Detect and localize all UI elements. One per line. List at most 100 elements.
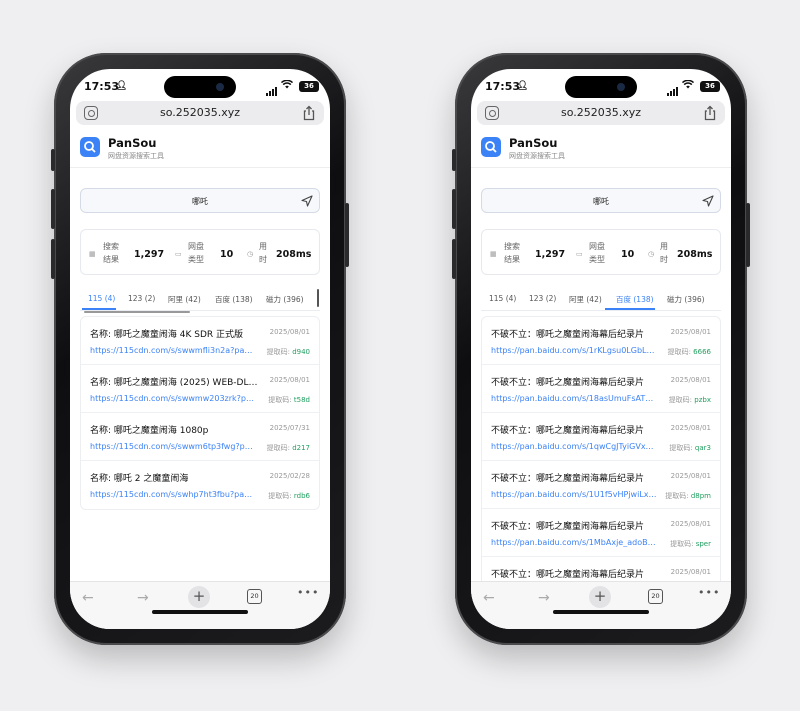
result-link[interactable]: https://pan.baidu.com/s/1rKLgsu0LGbLxxx <box>491 346 657 355</box>
back-icon[interactable]: ← <box>82 590 94 606</box>
result-link[interactable]: https://pan.baidu.com/s/18asUmuFsATxxxx <box>491 394 657 403</box>
more-icon[interactable]: ••• <box>698 586 720 599</box>
extract-code-value[interactable]: qar3 <box>695 444 711 452</box>
search-input[interactable]: 哪吒 <box>481 188 721 213</box>
forward-icon[interactable]: → <box>538 590 550 606</box>
page-content: PanSou 网盘资源搜索工具 哪吒 ▦ 搜索结果 1,297 ▭ 网盘类型 1… <box>70 127 330 587</box>
extract-code[interactable]: 提取码: qar3 <box>669 443 711 453</box>
tab-123[interactable]: 123 (2) <box>128 294 155 303</box>
send-icon[interactable] <box>702 195 714 207</box>
result-item[interactable]: 不破不立：哪吒之魔童闹海幕后纪录片 2025/08/01 https://pan.b… <box>482 317 720 365</box>
tab-aliyun[interactable]: 阿里 (42) <box>569 294 602 305</box>
result-title[interactable]: 不破不立：哪吒之魔童闹海幕后纪录片 <box>491 567 659 580</box>
stat-value: 1,297 <box>535 249 566 260</box>
search-icon <box>80 137 100 157</box>
result-item[interactable]: 不破不立：哪吒之魔童闹海幕后纪录片 2025/08/01 https://pan.b… <box>482 365 720 413</box>
grid-icon: ▦ <box>89 250 96 258</box>
new-tab-button[interactable]: + <box>188 586 210 608</box>
extract-code-label: 提取码: <box>669 444 695 452</box>
result-date: 2025/08/01 <box>670 376 711 384</box>
result-item[interactable]: 名称: 哪吒之魔童闹海 (2025) WEB-DL 4K 2025/08/01 ht… <box>81 365 319 413</box>
tab-baidu[interactable]: 百度 (138) <box>616 294 654 305</box>
person-icon: 👤︎ <box>116 81 128 91</box>
stat-label: 用时 <box>660 242 668 264</box>
extract-code-value[interactable]: d217 <box>292 444 310 452</box>
new-tab-button[interactable]: + <box>589 586 611 608</box>
share-icon[interactable] <box>302 105 316 121</box>
more-icon[interactable]: ••• <box>297 586 319 599</box>
result-title[interactable]: 不破不立：哪吒之魔童闹海幕后纪录片 <box>491 375 659 388</box>
extract-code-value[interactable]: rdb6 <box>294 492 310 500</box>
extract-code[interactable]: 提取码: d8pm <box>665 491 711 501</box>
extract-code-value[interactable]: 6666 <box>693 348 711 356</box>
result-link[interactable]: https://pan.baidu.com/s/1MbAxje_adoBxxx <box>491 538 657 547</box>
search-input[interactable]: 哪吒 <box>80 188 320 213</box>
address-bar[interactable]: so.252035.xyz <box>477 101 725 125</box>
share-icon[interactable] <box>703 105 717 121</box>
extract-code-value[interactable]: d940 <box>292 348 310 356</box>
result-item[interactable]: 不破不立：哪吒之魔童闹海幕后纪录片 2025/08/01 https://pan.b… <box>482 461 720 509</box>
stat-value: 1,297 <box>134 249 165 260</box>
result-item[interactable]: 不破不立：哪吒之魔童闹海幕后纪录片 2025/08/01 https://pan.b… <box>482 413 720 461</box>
phone-right: 17:53 👤︎ 36 so.252035.xyz PanSou 网盘资源搜索工… <box>452 53 750 645</box>
tab-123[interactable]: 123 (2) <box>529 294 556 303</box>
browser-toolbar: ← → + 20 ••• <box>70 581 330 629</box>
wifi-icon <box>681 79 695 92</box>
extract-code-value[interactable]: d8pm <box>691 492 711 500</box>
result-link[interactable]: https://115cdn.com/s/swwmw203zrk?passwor… <box>90 394 256 403</box>
result-title[interactable]: 名称: 哪吒 2 之魔童闹海 <box>90 471 258 484</box>
result-title[interactable]: 名称: 哪吒之魔童闹海 (2025) WEB-DL 4K <box>90 375 258 388</box>
extract-code[interactable]: 提取码: t58d <box>268 395 310 405</box>
result-title[interactable]: 名称: 哪吒之魔童闹海 4K SDR 正式版 <box>90 327 258 340</box>
stat-value: 10 <box>220 249 234 260</box>
url-text[interactable]: so.252035.xyz <box>76 106 324 119</box>
tab-115[interactable]: 115 (4) <box>489 294 516 303</box>
extract-code[interactable]: 提取码: rdb6 <box>268 491 310 501</box>
back-icon[interactable]: ← <box>483 590 495 606</box>
search-query[interactable]: 哪吒 <box>482 196 720 207</box>
extract-code[interactable]: 提取码: d940 <box>267 347 310 357</box>
search-query[interactable]: 哪吒 <box>81 196 319 207</box>
search-icon <box>481 137 501 157</box>
result-title[interactable]: 不破不立：哪吒之魔童闹海幕后纪录片 <box>491 327 659 340</box>
url-text[interactable]: so.252035.xyz <box>477 106 725 119</box>
phone-screen: 17:53 👤︎ 36 so.252035.xyz PanSou 网盘资源搜索工… <box>471 69 731 629</box>
extract-code-label: 提取码: <box>266 444 293 452</box>
brand-name: PanSou <box>509 136 558 150</box>
result-title[interactable]: 不破不立：哪吒之魔童闹海幕后纪录片 <box>491 519 659 532</box>
extract-code-label: 提取码: <box>268 396 294 404</box>
tabs-button[interactable]: 20 <box>247 589 262 604</box>
result-title[interactable]: 名称: 哪吒之魔童闹海 1080p <box>90 423 258 436</box>
tab-magnet[interactable]: 磁力 (396) <box>266 294 304 305</box>
result-title[interactable]: 不破不立：哪吒之魔童闹海幕后纪录片 <box>491 423 659 436</box>
result-link[interactable]: https://pan.baidu.com/s/1qwCgJTyiGVxxxx <box>491 442 657 451</box>
extract-code[interactable]: 提取码: sper <box>670 539 711 549</box>
tab-baidu[interactable]: 百度 (138) <box>215 294 253 305</box>
result-item[interactable]: 不破不立：哪吒之魔童闹海幕后纪录片 2025/08/01 https://pan.b… <box>482 509 720 557</box>
page-content: PanSou 网盘资源搜索工具 哪吒 ▦ 搜索结果 1,297 ▭ 网盘类型 1… <box>471 127 731 587</box>
extract-code[interactable]: 提取码: 6666 <box>668 347 711 357</box>
tab-aliyun[interactable]: 阿里 (42) <box>168 294 201 305</box>
tabs-button[interactable]: 20 <box>648 589 663 604</box>
result-link[interactable]: https://115cdn.com/s/swhp7ht3fbu?passwor… <box>90 490 256 499</box>
result-link[interactable]: https://115cdn.com/s/swwmfli3n2a?passwor… <box>90 346 256 355</box>
extract-code[interactable]: 提取码: pzbx <box>669 395 711 405</box>
extract-code[interactable]: 提取码: d217 <box>267 443 310 453</box>
send-icon[interactable] <box>301 195 313 207</box>
result-date: 2025/02/28 <box>269 472 310 480</box>
result-link[interactable]: https://115cdn.com/s/swwm6tp3fwg?passwor… <box>90 442 256 451</box>
extract-code-value[interactable]: sper <box>696 540 711 548</box>
result-item[interactable]: 名称: 哪吒 2 之魔童闹海 2025/02/28 https://115cdn.c… <box>81 461 319 509</box>
extract-code-value[interactable]: pzbx <box>694 396 711 404</box>
tab-magnet[interactable]: 磁力 (396) <box>667 294 705 305</box>
result-link[interactable]: https://pan.baidu.com/s/1U1f5vHPjwiLxxx <box>491 490 657 499</box>
stat-value: 10 <box>621 249 635 260</box>
results-list: 不破不立：哪吒之魔童闹海幕后纪录片 2025/08/01 https://pan.b… <box>481 316 721 587</box>
forward-icon[interactable]: → <box>137 590 149 606</box>
tab-115[interactable]: 115 (4) <box>88 294 115 303</box>
result-title[interactable]: 不破不立：哪吒之魔童闹海幕后纪录片 <box>491 471 659 484</box>
result-item[interactable]: 名称: 哪吒之魔童闹海 4K SDR 正式版 2025/08/01 https://… <box>81 317 319 365</box>
address-bar[interactable]: so.252035.xyz <box>76 101 324 125</box>
extract-code-value[interactable]: t58d <box>294 396 310 404</box>
result-item[interactable]: 名称: 哪吒之魔童闹海 1080p 2025/07/31 https://115cd… <box>81 413 319 461</box>
